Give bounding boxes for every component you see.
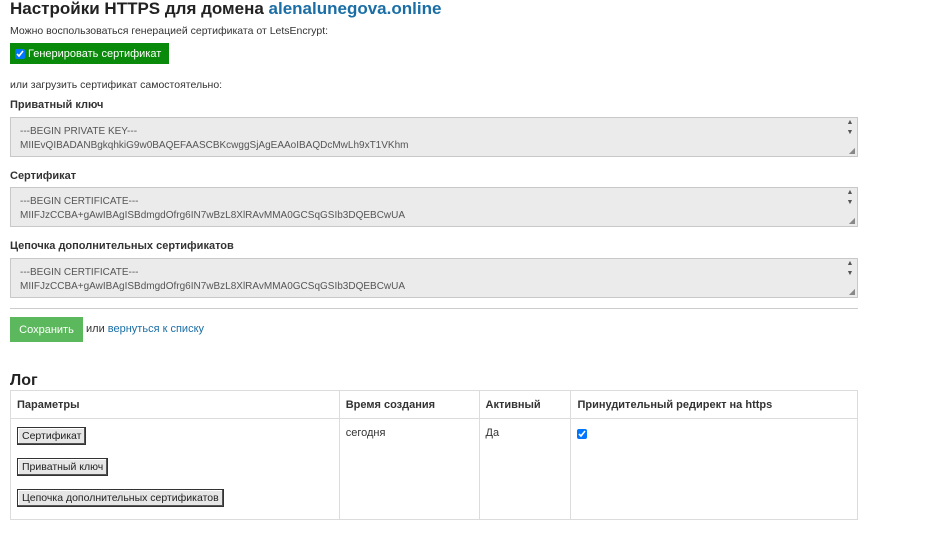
- view-private-key-button[interactable]: Приватный ключ: [17, 458, 109, 476]
- letsencrypt-hint: Можно воспользоваться генерацией сертифи…: [10, 25, 329, 37]
- certificate-textarea[interactable]: ---BEGIN CERTIFICATE--- MIIFJzCCBA+gAwIB…: [10, 187, 858, 227]
- view-chain-button[interactable]: Цепочка дополнительных сертификатов: [17, 489, 224, 507]
- chain-textarea[interactable]: ---BEGIN CERTIFICATE--- MIIFJzCCBA+gAwIB…: [10, 258, 858, 298]
- scroll-up-icon[interactable]: ▲: [847, 118, 854, 128]
- col-created: Время создания: [338, 390, 480, 419]
- manual-upload-hint: или загрузить сертификат самостоятельно:: [10, 79, 223, 91]
- certificate-label: Сертификат: [10, 170, 77, 182]
- log-header-row: Параметры Время создания Активный Принуд…: [10, 390, 858, 419]
- divider: [10, 308, 858, 309]
- private-key-label: Приватный ключ: [10, 99, 104, 111]
- page-title-prefix: Настройки HTTPS для домена: [10, 0, 264, 18]
- col-params: Параметры: [10, 390, 340, 419]
- active-cell: Да: [478, 418, 572, 520]
- chain-label: Цепочка дополнительных сертификатов: [10, 240, 234, 252]
- generate-certificate-button[interactable]: Генерировать сертификат: [10, 43, 170, 64]
- resize-grip-icon[interactable]: ◢: [849, 216, 855, 225]
- redirect-cell: [570, 418, 858, 520]
- scroll-down-icon[interactable]: ▼: [847, 269, 854, 279]
- generate-certificate-label: Генерировать сертификат: [28, 47, 162, 60]
- private-key-value: ---BEGIN PRIVATE KEY--- MIIEvQIBADANBgkq…: [20, 126, 409, 151]
- scroll-down-icon[interactable]: ▼: [847, 198, 854, 208]
- redirect-checkbox[interactable]: [577, 429, 588, 439]
- col-active: Активный: [478, 390, 572, 419]
- resize-grip-icon[interactable]: ◢: [849, 287, 855, 296]
- params-cell: Сертификат Приватный ключ Цепочка дополн…: [10, 418, 340, 520]
- created-cell: сегодня: [338, 418, 480, 520]
- resize-grip-icon[interactable]: ◢: [849, 146, 855, 155]
- page-title: Настройки HTTPS для домена alenalunegova…: [10, 0, 441, 17]
- domain-link[interactable]: alenalunegova.online: [269, 0, 442, 18]
- table-row: Сертификат Приватный ключ Цепочка дополн…: [10, 418, 858, 520]
- col-redirect: Принудительный редирект на https: [570, 390, 858, 419]
- back-to-list-link[interactable]: вернуться к списку: [108, 323, 204, 335]
- view-certificate-button[interactable]: Сертификат: [17, 427, 87, 445]
- scroll-up-icon[interactable]: ▲: [847, 259, 854, 269]
- certificate-value: ---BEGIN CERTIFICATE--- MIIFJzCCBA+gAwIB…: [20, 196, 406, 221]
- or-text: или: [86, 323, 105, 335]
- log-table: Параметры Время создания Активный Принуд…: [10, 390, 858, 520]
- scroll-down-icon[interactable]: ▼: [847, 128, 854, 138]
- save-button[interactable]: Сохранить: [10, 317, 83, 342]
- chain-value: ---BEGIN CERTIFICATE--- MIIFJzCCBA+gAwIB…: [20, 267, 406, 292]
- back-row: или вернуться к списку: [86, 323, 204, 335]
- private-key-textarea[interactable]: ---BEGIN PRIVATE KEY--- MIIEvQIBADANBgkq…: [10, 117, 858, 157]
- log-title: Лог: [10, 372, 38, 389]
- generate-certificate-checkbox[interactable]: [15, 48, 25, 59]
- scroll-up-icon[interactable]: ▲: [847, 188, 854, 198]
